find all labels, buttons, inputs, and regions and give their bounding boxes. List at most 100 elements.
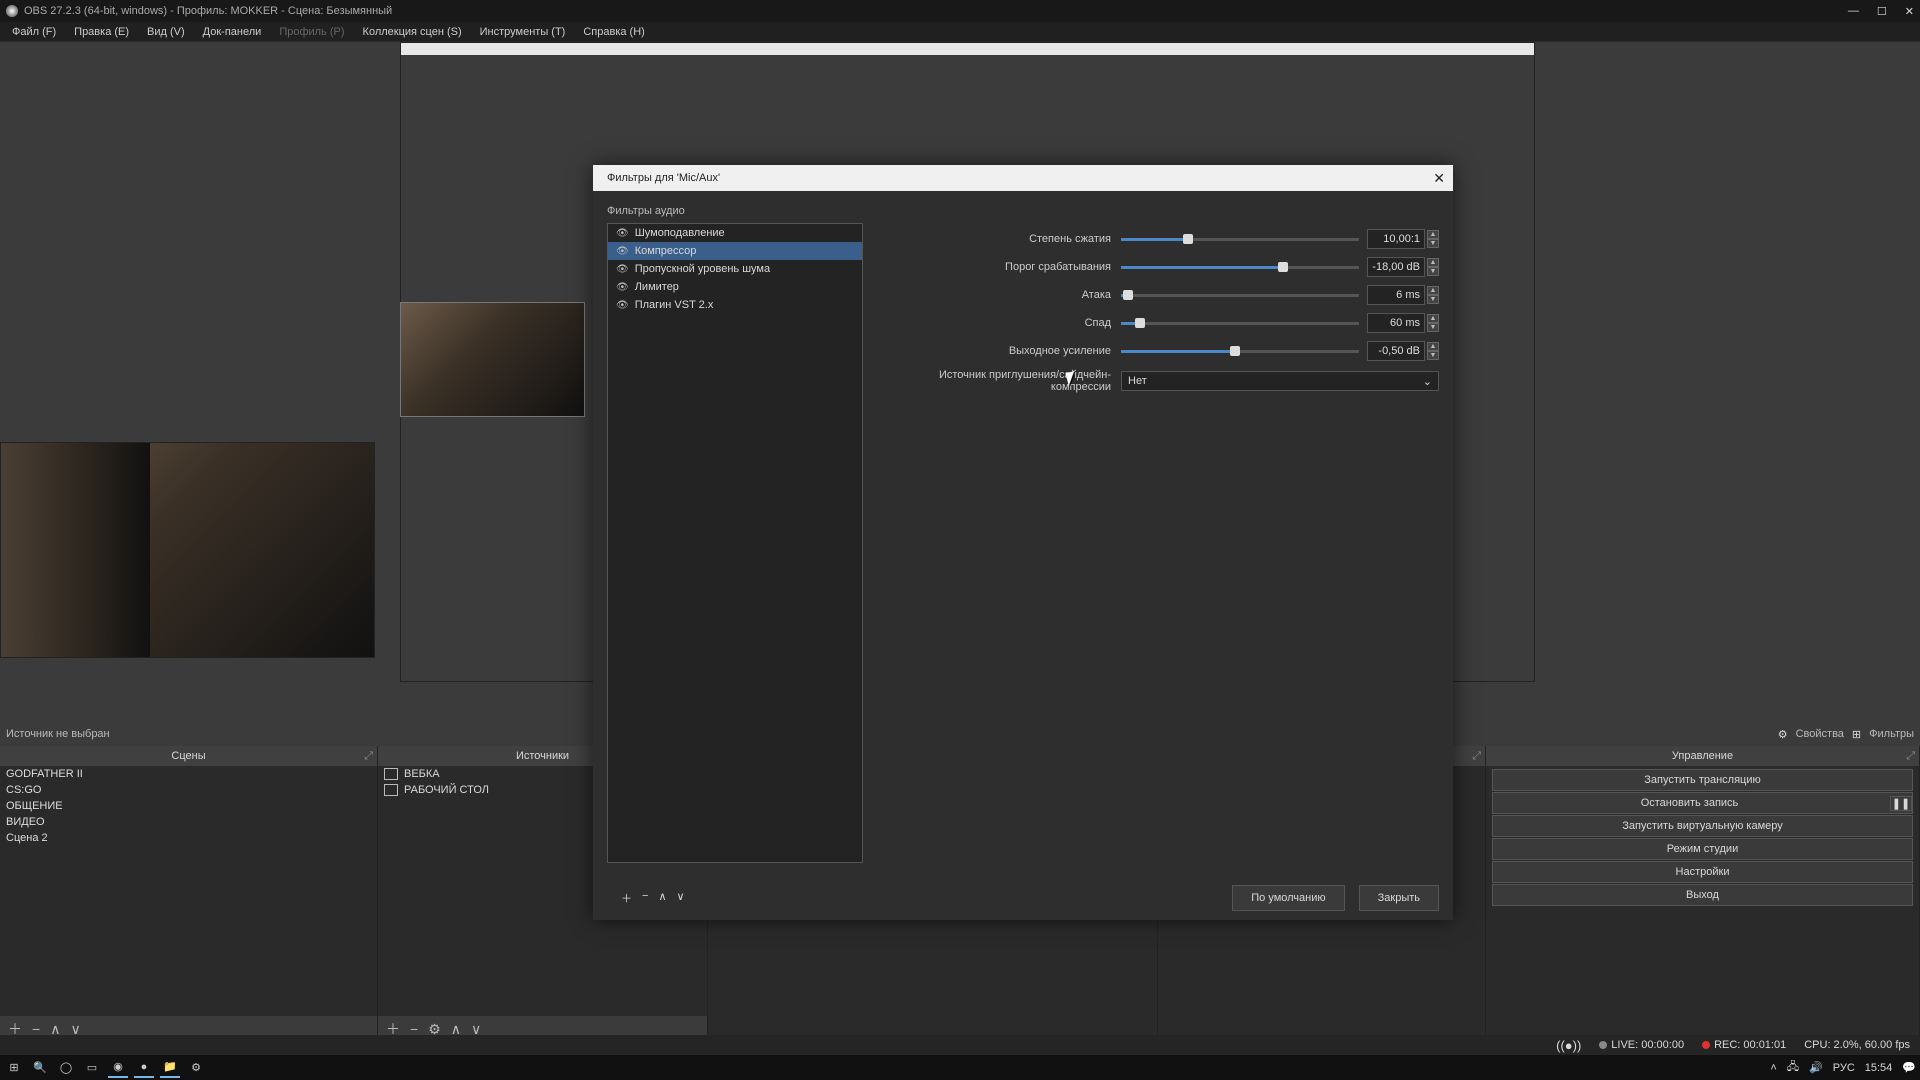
menu-view[interactable]: Вид (V) (139, 24, 193, 40)
pause-record-button[interactable]: ❚❚ (1890, 796, 1912, 811)
scene-item[interactable]: CS:GO (0, 782, 377, 798)
dialog-titlebar[interactable]: Фильтры для 'Mic/Aux' ✕ (593, 165, 1453, 191)
eye-icon[interactable] (616, 281, 629, 293)
minimize-button[interactable]: ― (1848, 5, 1859, 18)
sidechain-select[interactable]: Нет⌄ (1121, 371, 1439, 391)
settings-button[interactable]: Настройки (1492, 861, 1913, 883)
menu-file[interactable]: Файл (F) (4, 24, 64, 40)
live-dot-icon (1599, 1041, 1607, 1049)
gain-label: Выходное усиление (879, 345, 1111, 357)
filter-properties: Степень сжатия ▲▼ Порог срабатывания ▲▼ … (879, 223, 1439, 393)
stepper-up[interactable]: ▲ (1427, 230, 1439, 239)
tray-volume-icon[interactable]: 🔊 (1809, 1061, 1823, 1074)
menu-tools[interactable]: Инструменты (T) (472, 24, 574, 40)
start-stream-button[interactable]: Запустить трансляцию (1492, 769, 1913, 791)
threshold-label: Порог срабатывания (879, 261, 1111, 273)
filter-item[interactable]: Плагин VST 2.x (608, 296, 862, 314)
chrome-icon[interactable]: ◉ (108, 1058, 128, 1078)
eye-icon[interactable] (616, 299, 629, 311)
maximize-button[interactable]: ☐ (1877, 5, 1887, 18)
start-button[interactable]: ⊞ (4, 1058, 24, 1078)
studio-mode-button[interactable]: Режим студии (1492, 838, 1913, 860)
menu-docks[interactable]: Док-панели (195, 24, 270, 40)
eye-icon[interactable] (616, 227, 629, 239)
release-slider[interactable] (1121, 316, 1359, 330)
stepper-up[interactable]: ▲ (1427, 286, 1439, 295)
rec-dot-icon (1702, 1041, 1710, 1049)
menu-help[interactable]: Справка (H) (575, 24, 652, 40)
popout-icon[interactable]: ⤢ (364, 750, 373, 763)
exit-button[interactable]: Выход (1492, 884, 1913, 906)
move-filter-down-button[interactable]: ∨ (677, 890, 685, 906)
filters-button[interactable]: Фильтры (1869, 728, 1914, 740)
move-filter-up-button[interactable]: ∧ (658, 890, 666, 906)
virtual-cam-button[interactable]: Запустить виртуальную камеру (1492, 815, 1913, 837)
menu-edit[interactable]: Правка (E) (66, 24, 137, 40)
ratio-label: Степень сжатия (879, 233, 1111, 245)
sidechain-label: Источник приглушения/сайдчейн-компрессии (879, 369, 1111, 393)
eye-icon[interactable] (616, 245, 629, 257)
properties-button[interactable]: Свойства (1796, 728, 1844, 740)
stepper-down[interactable]: ▼ (1427, 267, 1439, 276)
menu-scene-collection[interactable]: Коллекция сцен (S) (355, 24, 470, 40)
remove-filter-button[interactable]: − (642, 890, 648, 906)
chevron-down-icon: ⌄ (1423, 375, 1432, 388)
webcam-preview (0, 442, 375, 658)
gain-slider[interactable] (1121, 344, 1359, 358)
stepper-up[interactable]: ▲ (1427, 314, 1439, 323)
stop-record-button[interactable]: Остановить запись❚❚ (1492, 792, 1913, 814)
defaults-button[interactable]: По умолчанию (1232, 885, 1344, 911)
stepper-down[interactable]: ▼ (1427, 239, 1439, 248)
filters-dialog: Фильтры для 'Mic/Aux' ✕ Фильтры аудио Шу… (593, 165, 1453, 920)
status-bar: ((●)) LIVE: 00:00:00 REC: 00:01:01 CPU: … (0, 1035, 1920, 1055)
ratio-slider[interactable] (1121, 232, 1359, 246)
explorer-icon[interactable]: 📁 (160, 1058, 180, 1078)
filter-item[interactable]: Компрессор (608, 242, 862, 260)
filter-item[interactable]: Пропускной уровень шума (608, 260, 862, 278)
stepper-up[interactable]: ▲ (1427, 258, 1439, 267)
search-button[interactable]: 🔍 (30, 1058, 50, 1078)
taskview-icon[interactable]: ▭ (82, 1058, 102, 1078)
scenes-list[interactable]: GODFATHER II CS:GO ОБЩЕНИЕ ВИДЕО Сцена 2 (0, 766, 377, 1016)
eye-icon[interactable] (616, 263, 629, 275)
dialog-close-button[interactable]: ✕ (1433, 170, 1445, 187)
tray-network-icon[interactable]: 🖧 (1787, 1058, 1799, 1077)
stepper-down[interactable]: ▼ (1427, 323, 1439, 332)
dialog-title: Фильтры для 'Mic/Aux' (607, 172, 720, 184)
threshold-slider[interactable] (1121, 260, 1359, 274)
scene-item[interactable]: ОБЩЕНИЕ (0, 798, 377, 814)
cortana-icon[interactable]: ◯ (56, 1058, 76, 1078)
close-button[interactable]: ✕ (1905, 5, 1914, 18)
attack-input[interactable] (1367, 285, 1425, 305)
tray-chevron-icon[interactable]: ˄ (1770, 1062, 1776, 1074)
scene-item[interactable]: ВИДЕО (0, 814, 377, 830)
status-cpu: CPU: 2.0%, 60.00 fps (1804, 1039, 1910, 1051)
tray-notifications-icon[interactable]: 💬 (1902, 1061, 1916, 1074)
close-dialog-button[interactable]: Закрыть (1359, 885, 1439, 911)
stepper-down[interactable]: ▼ (1427, 295, 1439, 304)
tray-time[interactable]: 15:54 (1865, 1062, 1893, 1074)
filter-item[interactable]: Лимитер (608, 278, 862, 296)
tray-lang[interactable]: РУС (1833, 1062, 1855, 1074)
release-input[interactable] (1367, 313, 1425, 333)
threshold-input[interactable] (1367, 257, 1425, 277)
menu-bar: Файл (F) Правка (E) Вид (V) Док-панели П… (0, 22, 1920, 42)
stepper-up[interactable]: ▲ (1427, 342, 1439, 351)
release-label: Спад (879, 317, 1111, 329)
filter-list[interactable]: Шумоподавление Компрессор Пропускной уро… (607, 223, 863, 863)
gain-input[interactable] (1367, 341, 1425, 361)
filter-item[interactable]: Шумоподавление (608, 224, 862, 242)
settings-icon[interactable]: ⚙ (186, 1058, 206, 1078)
popout-icon[interactable]: ⤢ (1906, 750, 1915, 763)
attack-slider[interactable] (1121, 288, 1359, 302)
status-rec: REC: 00:01:01 (1714, 1039, 1786, 1051)
filters-icon (1852, 728, 1861, 741)
scene-item[interactable]: GODFATHER II (0, 766, 377, 782)
popout-icon[interactable]: ⤢ (1472, 750, 1481, 763)
ratio-input[interactable] (1367, 229, 1425, 249)
add-filter-button[interactable]: ＋ (621, 890, 632, 906)
stepper-down[interactable]: ▼ (1427, 351, 1439, 360)
scene-item[interactable]: Сцена 2 (0, 830, 377, 846)
menu-profile: Профиль (P) (271, 24, 352, 40)
obs-icon[interactable]: ● (134, 1058, 154, 1078)
